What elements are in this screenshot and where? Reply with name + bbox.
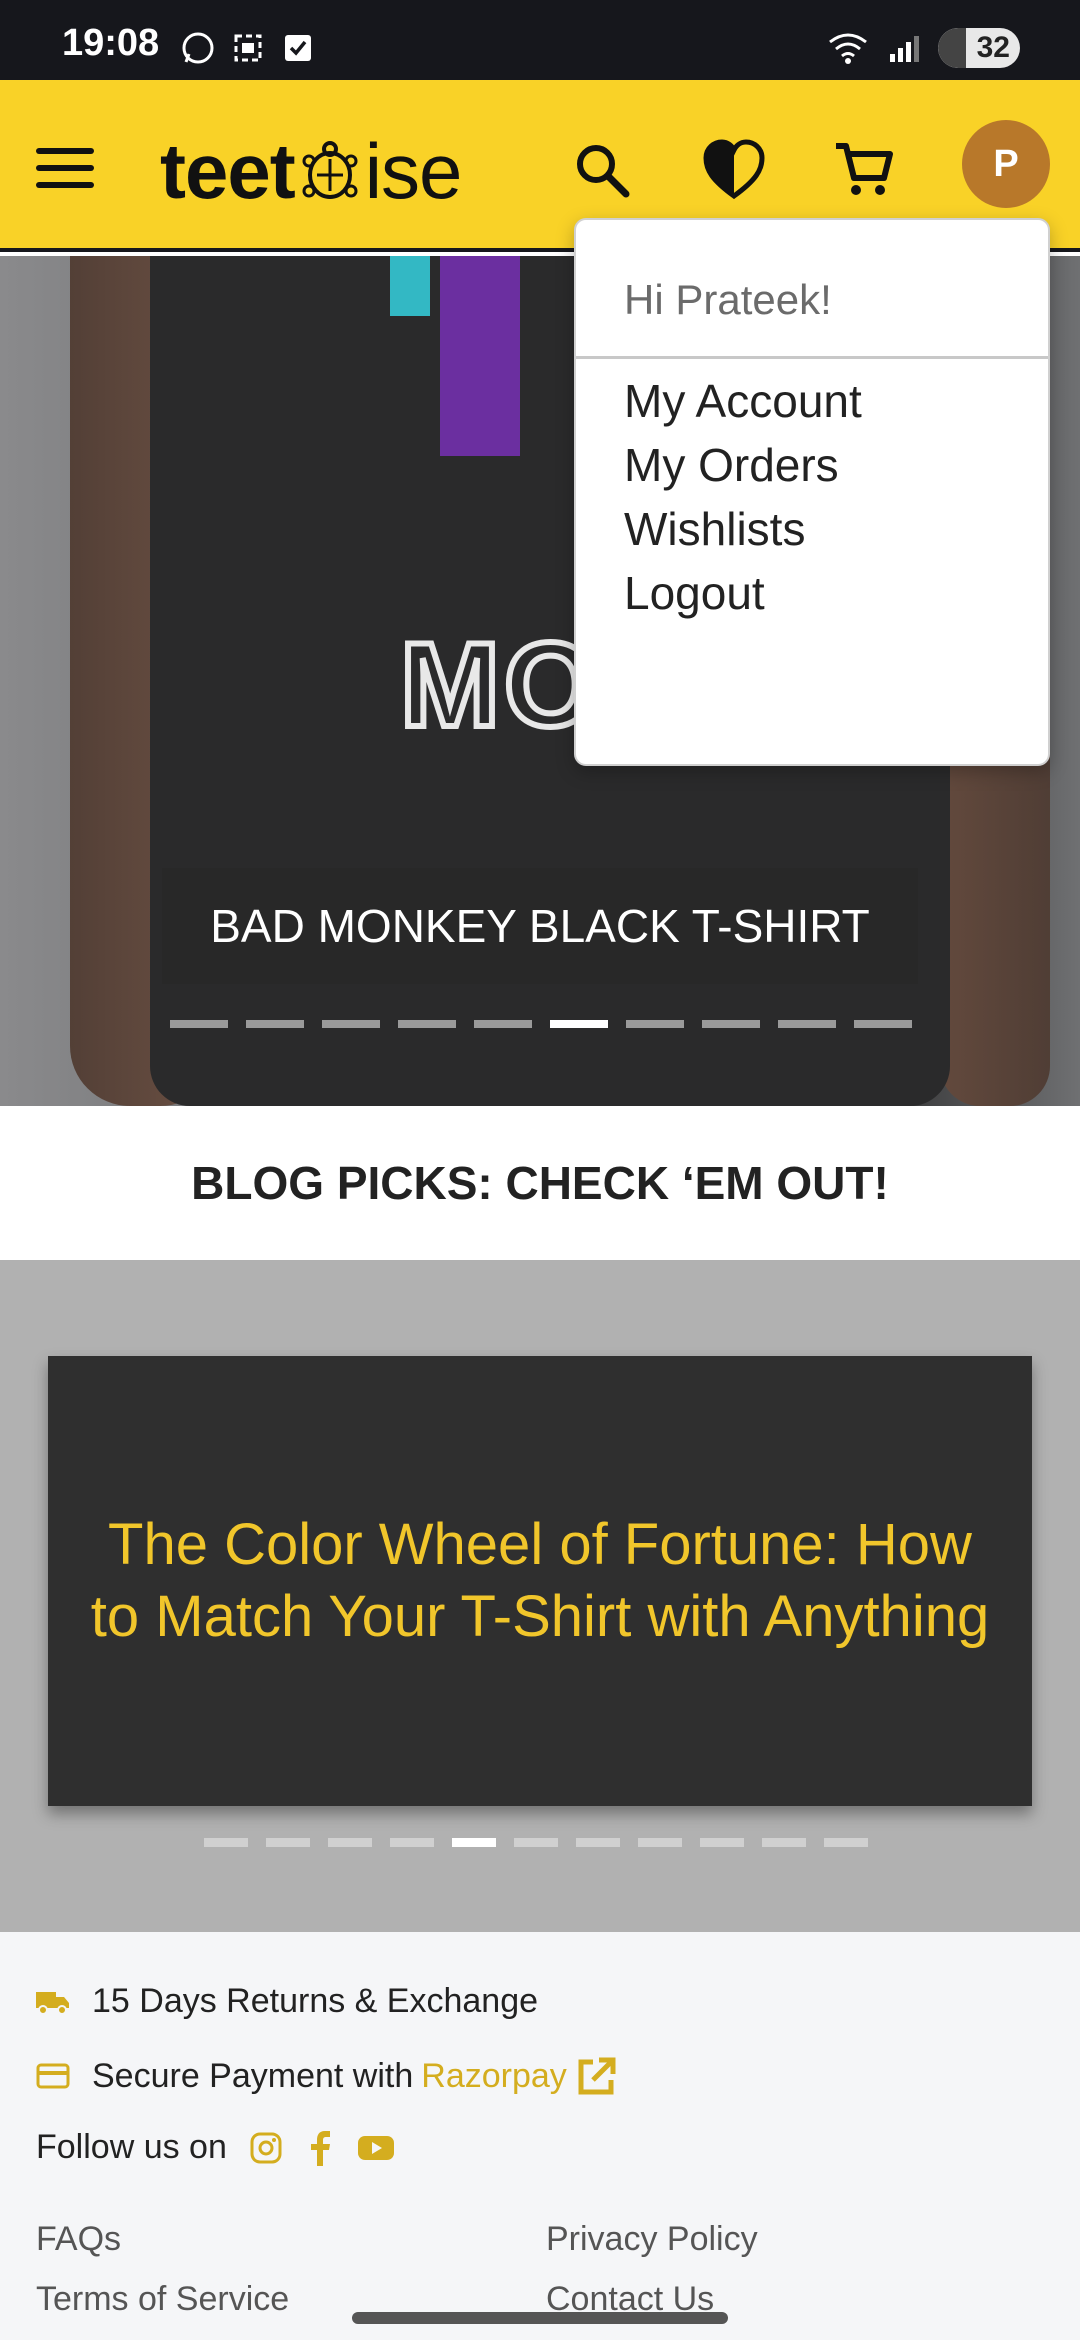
carousel-dot[interactable]: [474, 1020, 532, 1028]
carousel-dot[interactable]: [204, 1838, 248, 1847]
status-time: 19:08: [62, 22, 160, 64]
hero-caption[interactable]: BAD MONKEY BLACK T-SHIRT: [162, 868, 918, 984]
footer-link-terms-of-service[interactable]: Terms of Service: [36, 2280, 289, 2319]
account-dropdown: Hi Prateek! My Account My Orders Wishlis…: [574, 218, 1050, 766]
blog-section-heading: BLOG PICKS: CHECK ‘EM OUT!: [0, 1106, 1080, 1260]
signal-icon: [890, 36, 919, 62]
carousel-dot[interactable]: [778, 1020, 836, 1028]
carousel-dot[interactable]: [576, 1838, 620, 1847]
status-bar: 19:08 32: [0, 0, 1080, 80]
teetoise-logo[interactable]: teet ise: [160, 126, 463, 217]
search-icon[interactable]: [570, 138, 634, 202]
screenshot-icon: [234, 34, 262, 62]
carousel-dot[interactable]: [452, 1838, 496, 1847]
carousel-dot[interactable]: [762, 1838, 806, 1847]
carousel-dot[interactable]: [702, 1020, 760, 1028]
carousel-dot[interactable]: [514, 1838, 558, 1847]
carousel-dot[interactable]: [266, 1838, 310, 1847]
carousel-dot[interactable]: [626, 1020, 684, 1028]
youtube-icon[interactable]: [357, 2133, 395, 2163]
greeting-text: Hi Prateek!: [624, 276, 832, 323]
cart-icon[interactable]: [832, 138, 896, 202]
blog-carousel-dots: [204, 1838, 868, 1847]
wifi-icon: [829, 33, 867, 64]
facebook-icon[interactable]: [305, 2130, 335, 2166]
secure-payment-info: Secure Payment with Razorpay: [36, 2054, 619, 2098]
checkbox-icon: [285, 35, 311, 61]
razorpay-link[interactable]: Razorpay: [421, 2057, 567, 2096]
menu-item-wishlists[interactable]: Wishlists: [624, 502, 805, 556]
footer-link-faqs[interactable]: FAQs: [36, 2220, 121, 2259]
system-icons: 32: [826, 28, 1020, 68]
truck-icon: [36, 1991, 69, 2015]
returns-text: 15 Days Returns & Exchange: [92, 1982, 539, 2020]
footer-link-privacy-policy[interactable]: Privacy Policy: [546, 2220, 758, 2259]
site-footer: 15 Days Returns & Exchange Secure Paymen…: [0, 1932, 1080, 2340]
dropdown-divider: [576, 356, 1048, 359]
carousel-dot[interactable]: [638, 1838, 682, 1847]
carousel-dot[interactable]: [398, 1020, 456, 1028]
carousel-dot[interactable]: [700, 1838, 744, 1847]
logo-text-start: teet: [160, 127, 296, 215]
logo-text-end: ise: [364, 127, 463, 215]
notification-icons: [180, 30, 316, 66]
user-avatar[interactable]: P: [962, 120, 1050, 208]
carousel-dot[interactable]: [824, 1838, 868, 1847]
hamburger-menu-icon[interactable]: [36, 148, 94, 188]
wishlist-heart-icon[interactable]: [702, 138, 766, 202]
battery-indicator: 32: [938, 28, 1020, 68]
menu-item-my-account[interactable]: My Account: [624, 374, 862, 428]
instagram-icon[interactable]: [249, 2131, 283, 2165]
hero-carousel-dots: [170, 1020, 912, 1028]
shirt-print-graphic: MO: [397, 615, 602, 755]
blog-carousel: The Color Wheel of Fortune: How to Match…: [0, 1260, 1080, 1932]
whatsapp-icon: [182, 32, 214, 64]
tortoise-logo-icon: [302, 140, 358, 199]
follow-us-text: Follow us on: [36, 2128, 227, 2166]
blog-card-title[interactable]: The Color Wheel of Fortune: How to Match…: [88, 1509, 992, 1653]
carousel-dot[interactable]: [328, 1838, 372, 1847]
external-link-icon[interactable]: [575, 2054, 619, 2098]
blog-card[interactable]: The Color Wheel of Fortune: How to Match…: [48, 1356, 1032, 1806]
follow-us-row: Follow us on: [36, 2128, 395, 2167]
menu-item-my-orders[interactable]: My Orders: [624, 438, 839, 492]
returns-info: 15 Days Returns & Exchange: [36, 1982, 538, 2021]
carousel-dot[interactable]: [390, 1838, 434, 1847]
carousel-dot[interactable]: [550, 1020, 608, 1028]
battery-level: 32: [976, 31, 1010, 64]
credit-card-icon: [36, 2063, 70, 2089]
carousel-dot[interactable]: [854, 1020, 912, 1028]
carousel-dot[interactable]: [246, 1020, 304, 1028]
home-indicator[interactable]: [352, 2312, 728, 2324]
carousel-dot[interactable]: [170, 1020, 228, 1028]
carousel-dot[interactable]: [322, 1020, 380, 1028]
secure-payment-text: Secure Payment with: [92, 2056, 414, 2095]
menu-item-logout[interactable]: Logout: [624, 566, 765, 620]
